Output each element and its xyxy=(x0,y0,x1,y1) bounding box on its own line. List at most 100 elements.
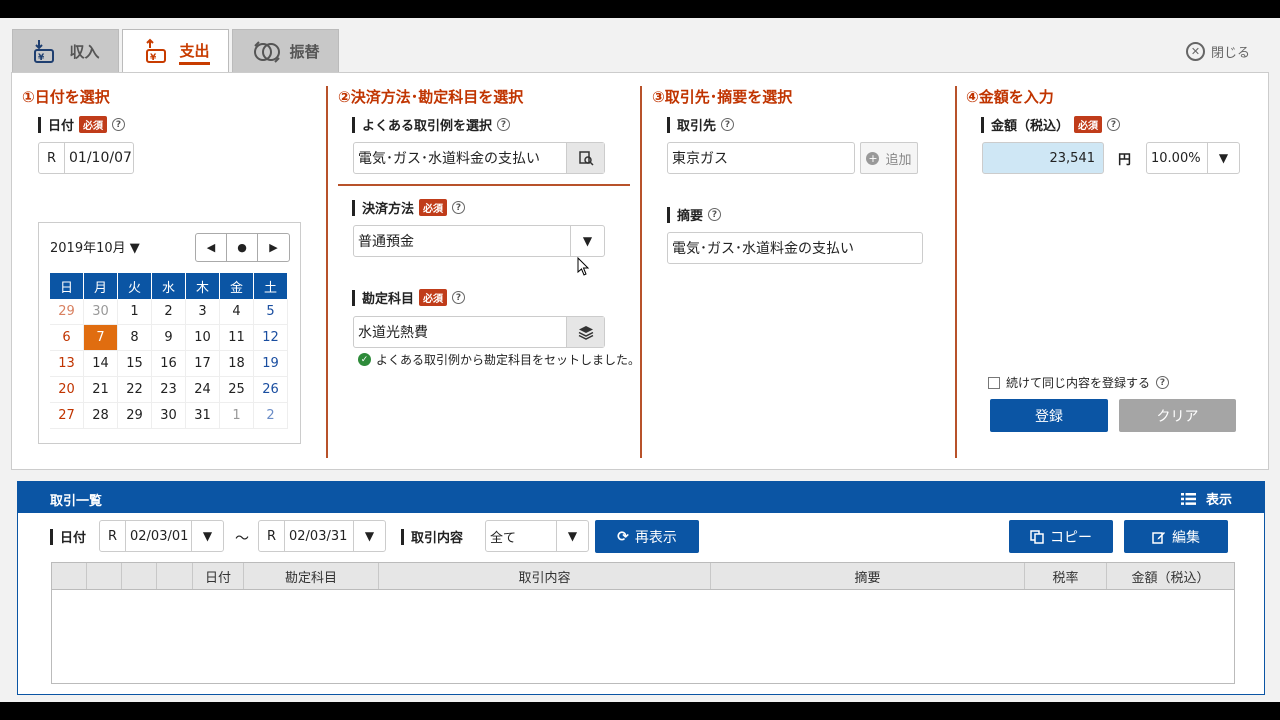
calendar-day[interactable]: 30 xyxy=(84,299,118,325)
calendar-day[interactable]: 14 xyxy=(84,351,118,377)
column-header[interactable] xyxy=(87,563,122,589)
content-select[interactable]: 全て ▼ xyxy=(485,520,589,552)
column-header[interactable] xyxy=(157,563,193,589)
calendar-day[interactable]: 16 xyxy=(152,351,186,377)
tab-transfer[interactable]: 振替 xyxy=(232,29,339,73)
copy-button[interactable]: コピー xyxy=(1009,520,1113,553)
calendar-day[interactable]: 22 xyxy=(118,377,152,403)
column-header[interactable] xyxy=(52,563,87,589)
plus-circle-icon: + xyxy=(866,151,880,165)
calendar-day[interactable]: 1 xyxy=(220,403,254,429)
example-select[interactable]: 電気･ガス･水道料金の支払い xyxy=(353,142,605,174)
today-dot-icon[interactable]: ● xyxy=(227,234,258,261)
calendar-day[interactable]: 2 xyxy=(254,403,288,429)
account-select[interactable]: 水道光熱費 xyxy=(353,316,605,348)
calendar-day[interactable]: 20 xyxy=(50,377,84,403)
calendar-day[interactable]: 29 xyxy=(50,299,84,325)
help-icon[interactable]: ? xyxy=(1156,376,1170,389)
help-icon[interactable]: ? xyxy=(708,208,722,221)
column-header-amount[interactable]: 金額（税込） xyxy=(1107,563,1234,589)
edit-button[interactable]: 編集 xyxy=(1124,520,1228,553)
display-toggle[interactable]: 表示 xyxy=(1180,489,1232,508)
calendar-day[interactable]: 29 xyxy=(118,403,152,429)
transaction-list: 取引一覧 表示 日付 R 02/03/01 ▼ ～ R 02/03/31 ▼ 取… xyxy=(17,481,1265,695)
example-value: 電気･ガス･水道料金の支払い xyxy=(358,151,540,167)
refresh-button[interactable]: ⟳ 再表示 xyxy=(595,520,699,553)
clear-button[interactable]: クリア xyxy=(1119,399,1236,432)
help-icon[interactable]: ? xyxy=(1107,118,1121,131)
partner-input[interactable]: 東京ガス xyxy=(667,142,855,174)
next-month-icon[interactable]: ▶ xyxy=(258,234,289,261)
era-label: R xyxy=(39,143,65,173)
calendar-day[interactable]: 23 xyxy=(152,377,186,403)
date-input[interactable]: R 01/10/07 xyxy=(38,142,134,174)
to-date-input[interactable]: R 02/03/31 ▼ xyxy=(258,520,386,552)
calendar-day[interactable]: 7 xyxy=(84,325,118,351)
dropdown-arrow-icon[interactable]: ▼ xyxy=(191,521,223,551)
search-list-icon[interactable] xyxy=(566,143,604,173)
add-partner-button[interactable]: + 追加 xyxy=(860,142,918,174)
tax-rate-select[interactable]: 10.00% ▼ xyxy=(1146,142,1240,174)
dropdown-arrow-icon[interactable]: ▼ xyxy=(353,521,385,551)
app-screen: ¥ 収入 ¥ 支出 振替 ✕ 閉じる ①日付を選択 日付 必須 ? R 01/1… xyxy=(0,18,1280,702)
from-date-input[interactable]: R 02/03/01 ▼ xyxy=(99,520,224,552)
column-header-account[interactable]: 勘定科目 xyxy=(244,563,379,589)
calendar-day[interactable]: 19 xyxy=(254,351,288,377)
calendar-day[interactable]: 9 xyxy=(152,325,186,351)
calendar-day[interactable]: 31 xyxy=(186,403,220,429)
calendar-day[interactable]: 1 xyxy=(118,299,152,325)
dropdown-arrow-icon[interactable]: ▼ xyxy=(1207,143,1239,173)
calendar-day[interactable]: 3 xyxy=(186,299,220,325)
display-label: 表示 xyxy=(1205,493,1232,508)
list-title: 取引一覧 xyxy=(50,494,103,509)
tab-income-label: 収入 xyxy=(69,43,100,61)
memo-input[interactable]: 電気･ガス･水道料金の支払い xyxy=(667,232,923,264)
entry-tabs: ¥ 収入 ¥ 支出 振替 xyxy=(12,29,342,74)
column-header-date[interactable]: 日付 xyxy=(193,563,244,589)
calendar-day[interactable]: 28 xyxy=(84,403,118,429)
calendar-day[interactable]: 21 xyxy=(84,377,118,403)
calendar-day[interactable]: 2 xyxy=(152,299,186,325)
continue-checkbox[interactable] xyxy=(988,376,1000,389)
stack-icon[interactable] xyxy=(566,317,604,347)
dropdown-arrow-icon[interactable]: ▼ xyxy=(556,521,588,551)
calendar-day[interactable]: 25 xyxy=(220,377,254,403)
column-header[interactable] xyxy=(122,563,157,589)
calendar-day[interactable]: 5 xyxy=(254,299,288,325)
close-button[interactable]: ✕ 閉じる xyxy=(1185,42,1250,61)
calendar-day[interactable]: 30 xyxy=(152,403,186,429)
payment-label-row: 決済方法 必須 ? xyxy=(352,198,466,217)
payment-select[interactable]: 普通預金 ▼ xyxy=(353,225,605,257)
calendar-day[interactable]: 6 xyxy=(50,325,84,351)
calendar-day[interactable]: 15 xyxy=(118,351,152,377)
calendar-month-selector[interactable]: 2019年10月 ▼ xyxy=(50,237,140,256)
memo-label: 摘要 xyxy=(677,209,704,224)
help-icon[interactable]: ? xyxy=(497,118,511,131)
help-icon[interactable]: ? xyxy=(452,291,466,304)
column-header-content[interactable]: 取引内容 xyxy=(379,563,711,589)
calendar-day[interactable]: 26 xyxy=(254,377,288,403)
calendar-day[interactable]: 10 xyxy=(186,325,220,351)
help-icon[interactable]: ? xyxy=(452,201,466,214)
calendar-day[interactable]: 18 xyxy=(220,351,254,377)
register-button[interactable]: 登録 xyxy=(990,399,1108,432)
dropdown-arrow-icon[interactable]: ▼ xyxy=(570,226,604,256)
prev-month-icon[interactable]: ◀ xyxy=(196,234,227,261)
refresh-icon: ⟳ xyxy=(617,528,629,545)
calendar-day[interactable]: 12 xyxy=(254,325,288,351)
list-date-label-row: 日付 xyxy=(50,527,86,546)
calendar-day[interactable]: 4 xyxy=(220,299,254,325)
calendar-day[interactable]: 8 xyxy=(118,325,152,351)
column-header-tax[interactable]: 税率 xyxy=(1025,563,1107,589)
help-icon[interactable]: ? xyxy=(721,118,735,131)
amount-input[interactable]: 23,541 xyxy=(982,142,1104,174)
calendar-day[interactable]: 24 xyxy=(186,377,220,403)
calendar-day[interactable]: 11 xyxy=(220,325,254,351)
help-icon[interactable]: ? xyxy=(112,118,126,131)
column-header-memo[interactable]: 摘要 xyxy=(711,563,1025,589)
calendar-day[interactable]: 13 xyxy=(50,351,84,377)
tab-expense[interactable]: ¥ 支出 xyxy=(122,29,229,74)
calendar-day[interactable]: 17 xyxy=(186,351,220,377)
calendar-day[interactable]: 27 xyxy=(50,403,84,429)
tab-income[interactable]: ¥ 収入 xyxy=(12,29,119,73)
